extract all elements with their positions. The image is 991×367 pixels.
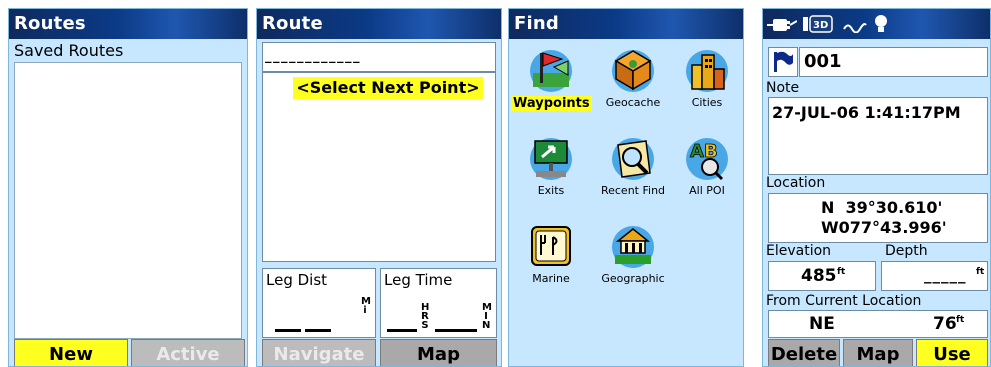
exits-label: Exits — [537, 184, 565, 197]
route-screen: Route ____________ <Select Next Point> L… — [256, 8, 502, 367]
cities-label: Cities — [691, 96, 723, 109]
navigate-button[interactable]: Navigate — [262, 339, 376, 366]
status-bar: 3D — [763, 9, 990, 39]
find-item-geographic[interactable]: Geographic — [593, 223, 673, 285]
geocache-label: Geocache — [605, 96, 661, 109]
use-button[interactable]: Use — [916, 339, 988, 366]
marine-label: Marine — [532, 272, 570, 285]
note-field[interactable]: 27-JUL-06 1:41:17PM — [768, 97, 988, 175]
leg-time-hrs-unit: HRS — [421, 302, 430, 331]
saved-routes-label: Saved Routes — [14, 41, 124, 60]
routes-screen: Routes Saved Routes New Active — [8, 8, 248, 367]
note-label: Note — [766, 80, 800, 96]
waypoint-symbol-button[interactable] — [768, 47, 798, 77]
svg-text:A: A — [690, 141, 704, 162]
elevation-field[interactable]: 485 ft — [768, 261, 876, 291]
elevation-label: Elevation — [766, 243, 832, 259]
cities-icon — [684, 47, 730, 93]
exits-icon — [528, 135, 574, 181]
elevation-unit: ft — [837, 267, 846, 277]
all-poi-label: All POI — [689, 184, 725, 197]
find-item-all-poi[interactable]: A B All POI — [667, 135, 743, 197]
find-item-exits[interactable]: Exits — [511, 135, 591, 197]
depth-label: Depth — [885, 243, 928, 259]
find-screen: Find Waypoints Geocache Cities Exits Rec… — [508, 8, 744, 367]
power-icon — [767, 17, 798, 36]
from-current-location-field: NE 76 ft — [768, 310, 988, 338]
active-route-button[interactable]: Active — [131, 339, 245, 366]
leg-dist-blank-1 — [275, 329, 301, 332]
leg-time-min-unit: MIN — [482, 302, 492, 331]
waypoint-name-field[interactable]: 001 — [799, 47, 988, 77]
all-poi-icon: A B — [684, 135, 730, 181]
marine-icon — [528, 223, 574, 269]
depth-unit: ft — [976, 267, 985, 277]
waypoints-icon — [528, 47, 574, 93]
find-menu-grid: Waypoints Geocache Cities Exits Recent F… — [509, 39, 743, 366]
waypoint-screen: 3D 001 Note 27-JUL-06 1:41:17PM Location… — [762, 8, 991, 367]
backlight-icon — [873, 14, 889, 38]
waypoint-name: 001 — [804, 51, 842, 72]
flag-icon — [774, 51, 793, 72]
leg-dist-box: Leg Dist Mi — [262, 268, 376, 338]
latitude-value: N 39°30.610' — [821, 198, 943, 217]
route-title: Route — [257, 9, 501, 39]
new-route-button[interactable]: New — [14, 339, 128, 366]
routes-title: Routes — [9, 9, 247, 39]
distance-value: 76 — [933, 314, 957, 334]
bearing-value: NE — [809, 314, 835, 334]
recent-find-label: Recent Find — [600, 184, 666, 197]
3d-gps-icon: 3D — [803, 15, 833, 37]
leg-dist-blank-2 — [305, 329, 331, 332]
location-field[interactable]: N 39°30.610' W077°43.996' — [768, 193, 988, 243]
elevation-value: 485 — [801, 266, 837, 286]
leg-time-min-blank — [435, 329, 477, 332]
find-item-recent-find[interactable]: Recent Find — [593, 135, 673, 197]
depth-field[interactable]: _____ ft — [881, 261, 988, 291]
route-points-list — [262, 72, 496, 262]
leg-dist-unit: Mi — [361, 296, 371, 316]
saved-routes-list[interactable] — [14, 62, 242, 339]
waypoint-map-button[interactable]: Map — [843, 339, 913, 366]
svg-text:3D: 3D — [813, 20, 828, 31]
leg-time-hours-blank — [387, 329, 417, 332]
select-next-point[interactable]: <Select Next Point> — [293, 77, 483, 99]
distance-unit: ft — [956, 315, 965, 325]
location-label: Location — [766, 175, 826, 191]
leg-dist-label: Leg Dist — [266, 271, 328, 289]
depth-value: _____ — [924, 266, 967, 284]
find-item-waypoints[interactable]: Waypoints — [511, 47, 592, 111]
route-name-value: ____________ — [265, 49, 361, 64]
find-title: Find — [509, 9, 743, 39]
geocache-icon — [610, 47, 656, 93]
find-item-geocache[interactable]: Geocache — [593, 47, 673, 109]
delete-button[interactable]: Delete — [768, 339, 840, 366]
geographic-icon — [610, 223, 656, 269]
find-item-cities[interactable]: Cities — [667, 47, 743, 109]
route-map-button[interactable]: Map — [380, 339, 497, 366]
geographic-label: Geographic — [601, 272, 665, 285]
find-item-marine[interactable]: Marine — [511, 223, 591, 285]
waypoints-label: Waypoints — [511, 96, 592, 111]
recent-find-icon — [610, 135, 656, 181]
longitude-value: W077°43.996' — [821, 218, 947, 237]
note-value: 27-JUL-06 1:41:17PM — [772, 103, 961, 122]
satellite-signal-icon — [843, 18, 867, 37]
leg-time-label: Leg Time — [384, 271, 453, 289]
from-current-location-label: From Current Location — [766, 293, 922, 309]
leg-time-box: Leg Time HRS MIN — [380, 268, 497, 338]
